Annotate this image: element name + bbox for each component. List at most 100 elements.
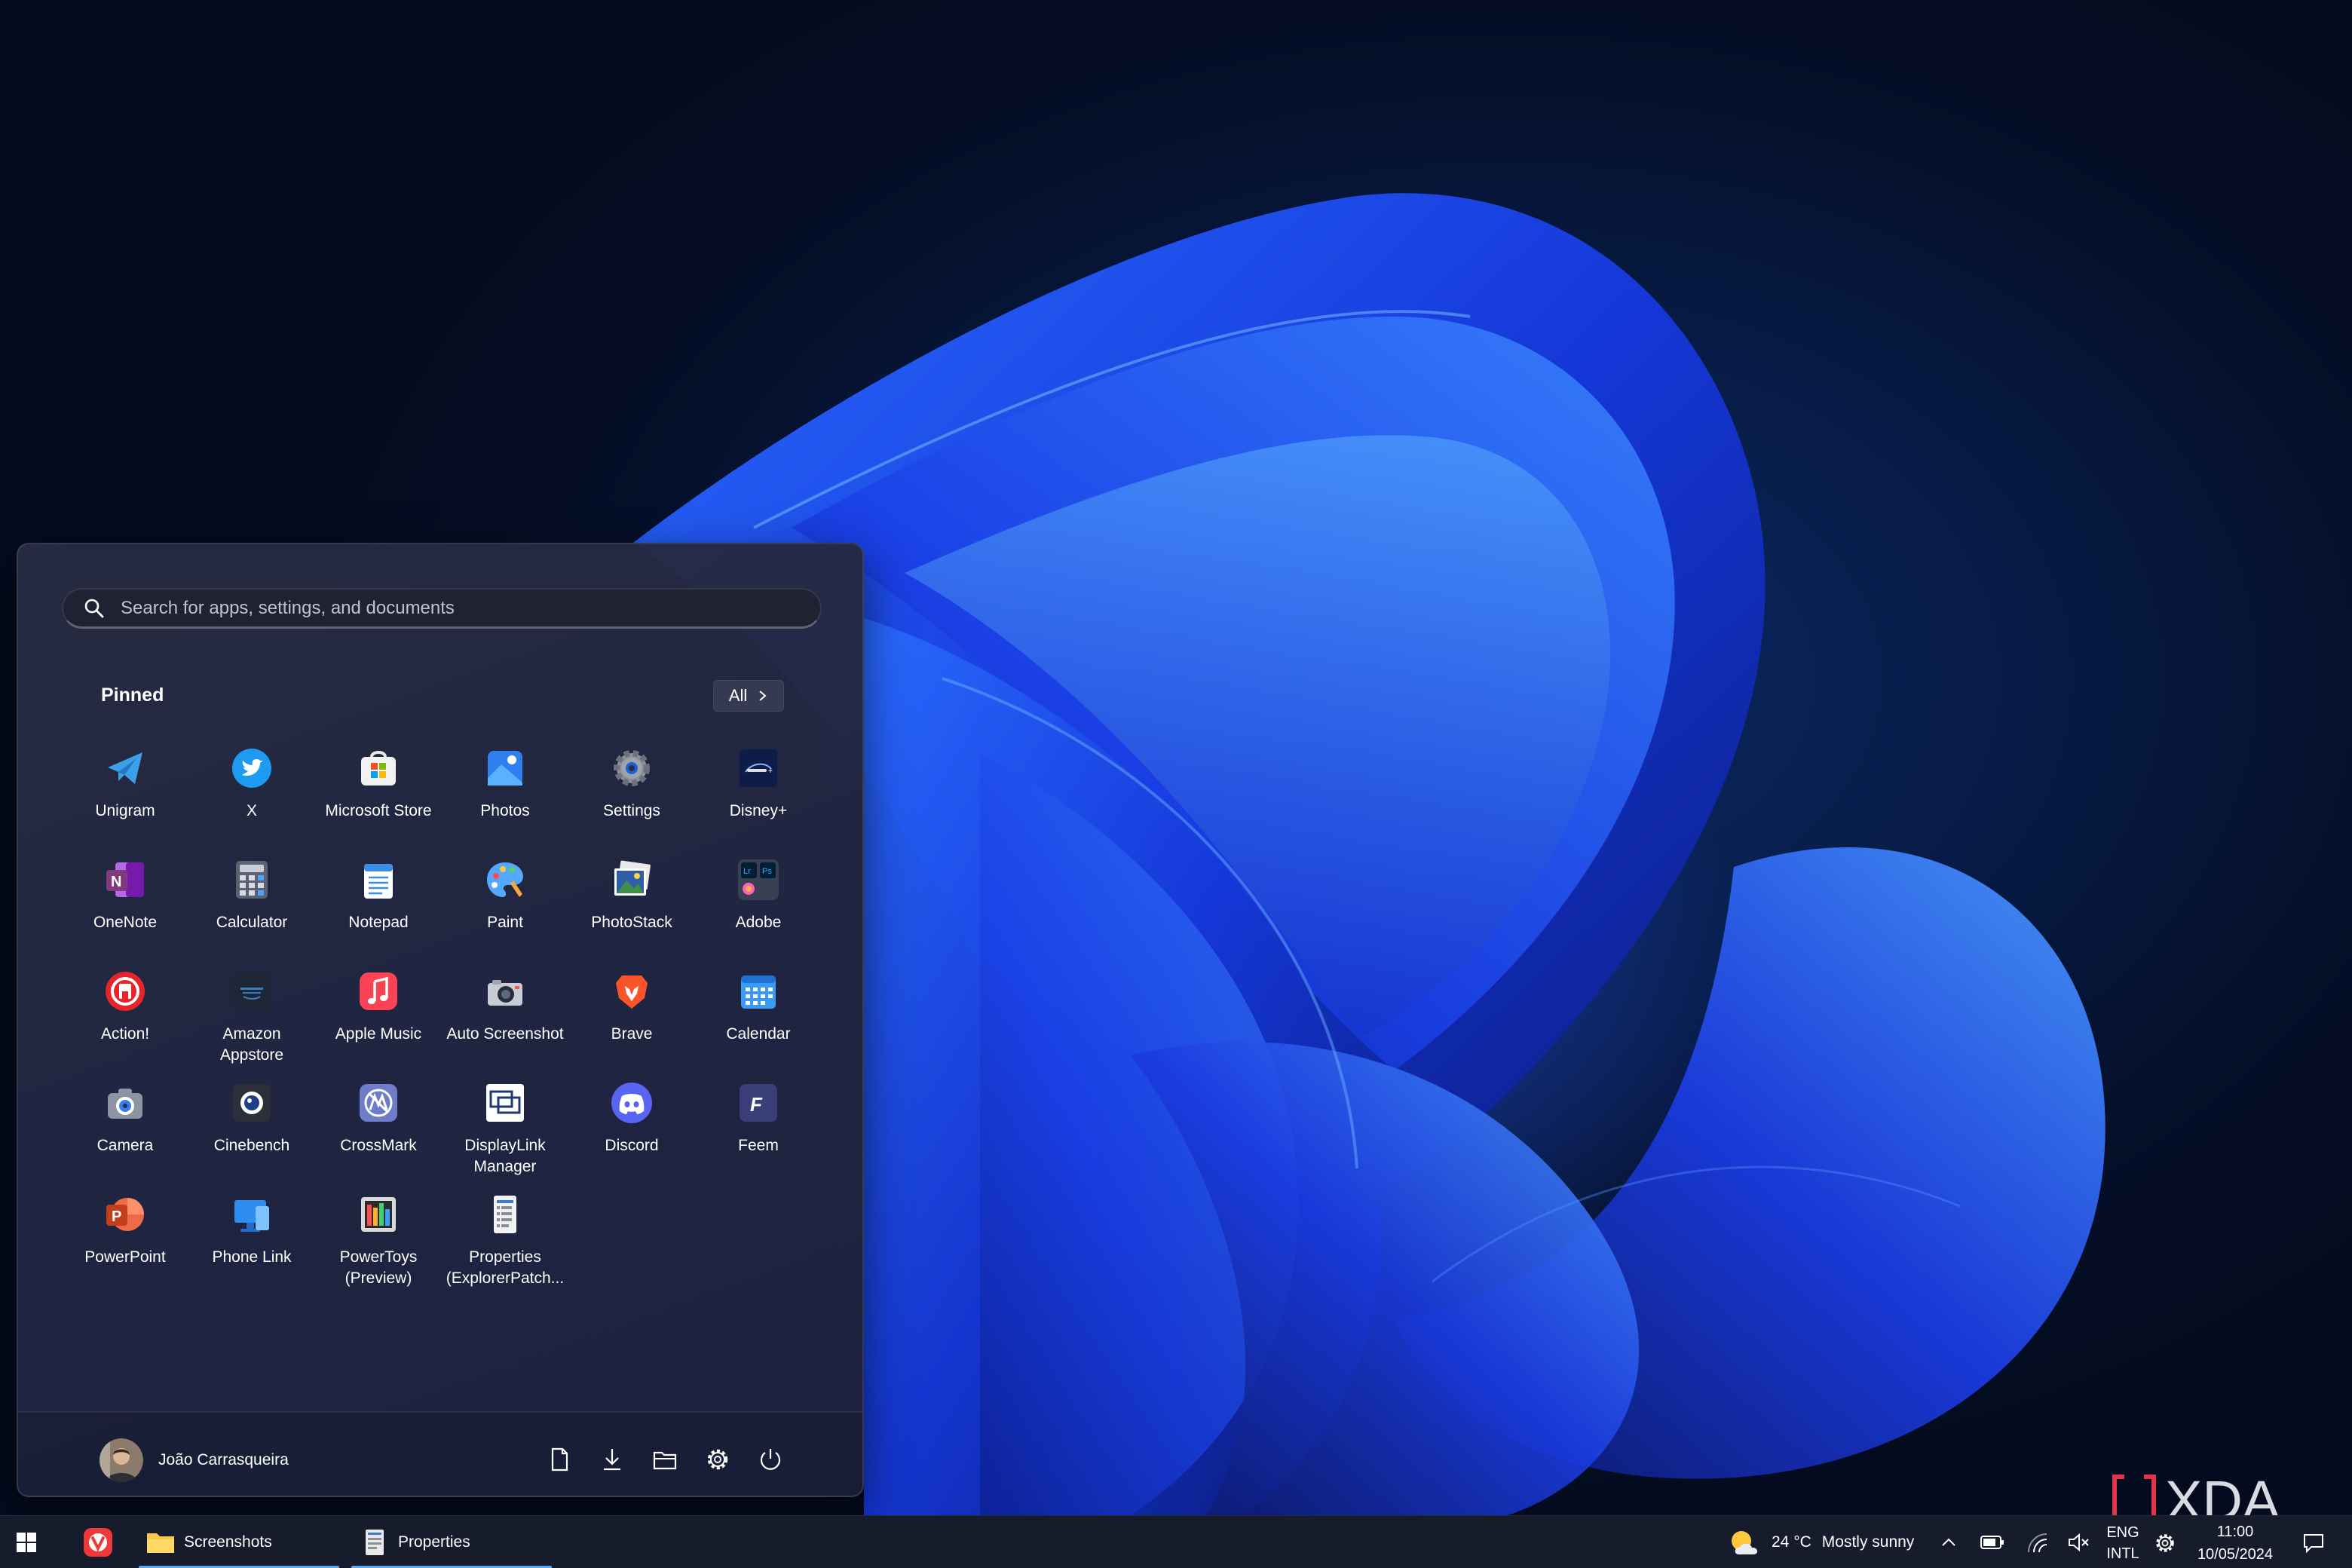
settings-icon[interactable] — [704, 1446, 731, 1473]
pinned-app-discord[interactable]: Discord — [568, 1066, 695, 1178]
pinned-app-paint[interactable]: Paint — [442, 843, 568, 954]
adobe-folder-icon: Lr Ps — [738, 859, 779, 900]
input-language-indicator[interactable]: ENG INTL — [2102, 1522, 2144, 1564]
brave-lion-icon — [616, 975, 648, 1009]
pinned-app-photos[interactable]: Photos — [442, 731, 568, 843]
pinned-app-label: Microsoft Store — [325, 802, 432, 819]
downloads-icon[interactable] — [599, 1446, 626, 1473]
pinned-app-calculator[interactable]: Calculator — [188, 843, 315, 954]
displaylink-icon — [486, 1084, 524, 1122]
clock-time: 11:00 — [2216, 1524, 2254, 1540]
pinned-app-properties[interactable]: Properties (ExplorerPatch... — [442, 1178, 568, 1289]
start-button[interactable] — [17, 1516, 47, 1568]
user-name: João Carrasqueira — [158, 1451, 289, 1468]
auto-screenshot-camera-icon — [488, 980, 522, 1006]
pinned-app-label: Feem — [738, 1137, 779, 1154]
svg-text:+: + — [768, 767, 773, 776]
search-box[interactable] — [62, 588, 822, 629]
pinned-app-settings[interactable]: Settings — [568, 731, 695, 843]
pinned-app-disney-plus[interactable]: + Disney+ — [695, 731, 822, 843]
wifi-icon[interactable] — [2026, 1533, 2049, 1554]
search-input[interactable] — [121, 597, 799, 619]
pinned-app-action[interactable]: Action! — [62, 954, 188, 1066]
properties-icon — [366, 1530, 384, 1555]
volume-muted-icon[interactable] — [2067, 1533, 2090, 1552]
pinned-app-displaylink-manager[interactable]: DisplayLink Manager — [442, 1066, 568, 1178]
taskbar-screenshots-folder[interactable]: Screenshots — [139, 1516, 339, 1568]
x-twitter-icon — [232, 749, 271, 788]
folder-icon — [147, 1533, 174, 1553]
file-explorer-icon[interactable] — [651, 1446, 678, 1473]
disney-plus-icon: + — [740, 749, 777, 787]
pinned-app-label: Amazon Appstore — [219, 1025, 284, 1064]
pinned-app-apple-music[interactable]: Apple Music — [315, 954, 442, 1066]
weather-widget[interactable]: 24 °C Mostly sunny — [1728, 1516, 1931, 1568]
taskbar-item-label: Properties — [398, 1533, 470, 1551]
pinned-app-camera[interactable]: Camera — [62, 1066, 188, 1178]
pinned-app-photostack[interactable]: PhotoStack — [568, 843, 695, 954]
pinned-app-notepad[interactable]: Notepad — [315, 843, 442, 954]
all-apps-button[interactable]: All — [713, 680, 784, 712]
taskbar-item-label: Screenshots — [184, 1533, 272, 1551]
settings-gear-icon[interactable] — [2153, 1531, 2177, 1555]
pinned-app-label: Phone Link — [212, 1248, 292, 1266]
documents-icon[interactable] — [546, 1446, 573, 1473]
pinned-app-onenote[interactable]: N OneNote — [62, 843, 188, 954]
svg-text:P: P — [112, 1208, 121, 1225]
pinned-app-label: Auto Screenshot — [446, 1025, 564, 1043]
camera-icon — [108, 1089, 142, 1119]
pinned-app-feem[interactable]: F Feem — [695, 1066, 822, 1178]
onenote-icon: N — [106, 862, 144, 897]
discord-icon — [611, 1083, 652, 1123]
taskbar: Screenshots Properties 24 °C Mostly sunn… — [0, 1515, 2352, 1568]
pinned-app-label: Unigram — [95, 802, 155, 819]
avatar-icon — [100, 1438, 143, 1482]
pinned-app-unigram[interactable]: Unigram — [62, 731, 188, 843]
pinned-app-powerpoint[interactable]: P PowerPoint — [62, 1178, 188, 1289]
settings-gear-icon — [614, 750, 650, 786]
pinned-app-powertoys[interactable]: PowerToys (Preview) — [315, 1178, 442, 1289]
pinned-app-adobe[interactable]: Lr Ps Adobe — [695, 843, 822, 954]
pinned-app-label: Disney+ — [729, 802, 788, 819]
notepad-icon — [364, 864, 393, 899]
notification-icon[interactable] — [2302, 1533, 2325, 1554]
crossmark-icon — [360, 1084, 397, 1122]
start-menu: Pinned All Unigram X — [17, 543, 864, 1497]
taskbar-properties[interactable]: Properties — [351, 1516, 552, 1568]
weather-temperature: 24 °C — [1772, 1533, 1811, 1551]
pinned-app-label: PhotoStack — [591, 914, 672, 931]
pinned-app-amazon-appstore[interactable]: Amazon Appstore — [188, 954, 315, 1066]
pinned-app-label: Adobe — [735, 914, 782, 931]
pinned-app-label: Camera — [96, 1137, 154, 1154]
amazon-appstore-icon — [233, 972, 271, 1010]
pinned-app-label: DisplayLink Manager — [464, 1137, 546, 1175]
pinned-app-label: Brave — [611, 1025, 653, 1043]
vivaldi-icon — [84, 1528, 112, 1557]
action-icon — [106, 972, 145, 1011]
pinned-app-phone-link[interactable]: Phone Link — [188, 1178, 315, 1289]
search-icon — [84, 599, 104, 617]
pinned-app-microsoft-store[interactable]: Microsoft Store — [315, 731, 442, 843]
all-apps-label: All — [728, 686, 748, 705]
pinned-app-auto-screenshot[interactable]: Auto Screenshot — [442, 954, 568, 1066]
language-code: ENG — [2106, 1524, 2139, 1541]
svg-text:Lr: Lr — [743, 867, 751, 876]
feem-icon: F — [740, 1084, 777, 1122]
microsoft-store-icon — [361, 751, 396, 786]
taskbar-vivaldi[interactable] — [83, 1516, 116, 1568]
partly-sunny-icon — [1732, 1531, 1758, 1554]
pinned-app-brave[interactable]: Brave — [568, 954, 695, 1066]
pinned-app-label: PowerToys (Preview) — [339, 1248, 418, 1287]
battery-icon[interactable] — [1980, 1533, 2005, 1552]
user-account-button[interactable]: João Carrasqueira — [100, 1438, 289, 1482]
pinned-app-crossmark[interactable]: CrossMark — [315, 1066, 442, 1178]
power-icon[interactable] — [757, 1446, 784, 1473]
pinned-app-cinebench[interactable]: Cinebench — [188, 1066, 315, 1178]
language-layout: INTL — [2106, 1545, 2139, 1562]
clock[interactable]: 11:00 10/05/2024 — [2186, 1521, 2284, 1566]
chevron-up-icon[interactable] — [1940, 1536, 1957, 1549]
pinned-app-x[interactable]: X — [188, 731, 315, 843]
pinned-app-calendar[interactable]: Calendar — [695, 954, 822, 1066]
svg-text:F: F — [750, 1093, 763, 1116]
pinned-app-label: X — [246, 802, 257, 819]
